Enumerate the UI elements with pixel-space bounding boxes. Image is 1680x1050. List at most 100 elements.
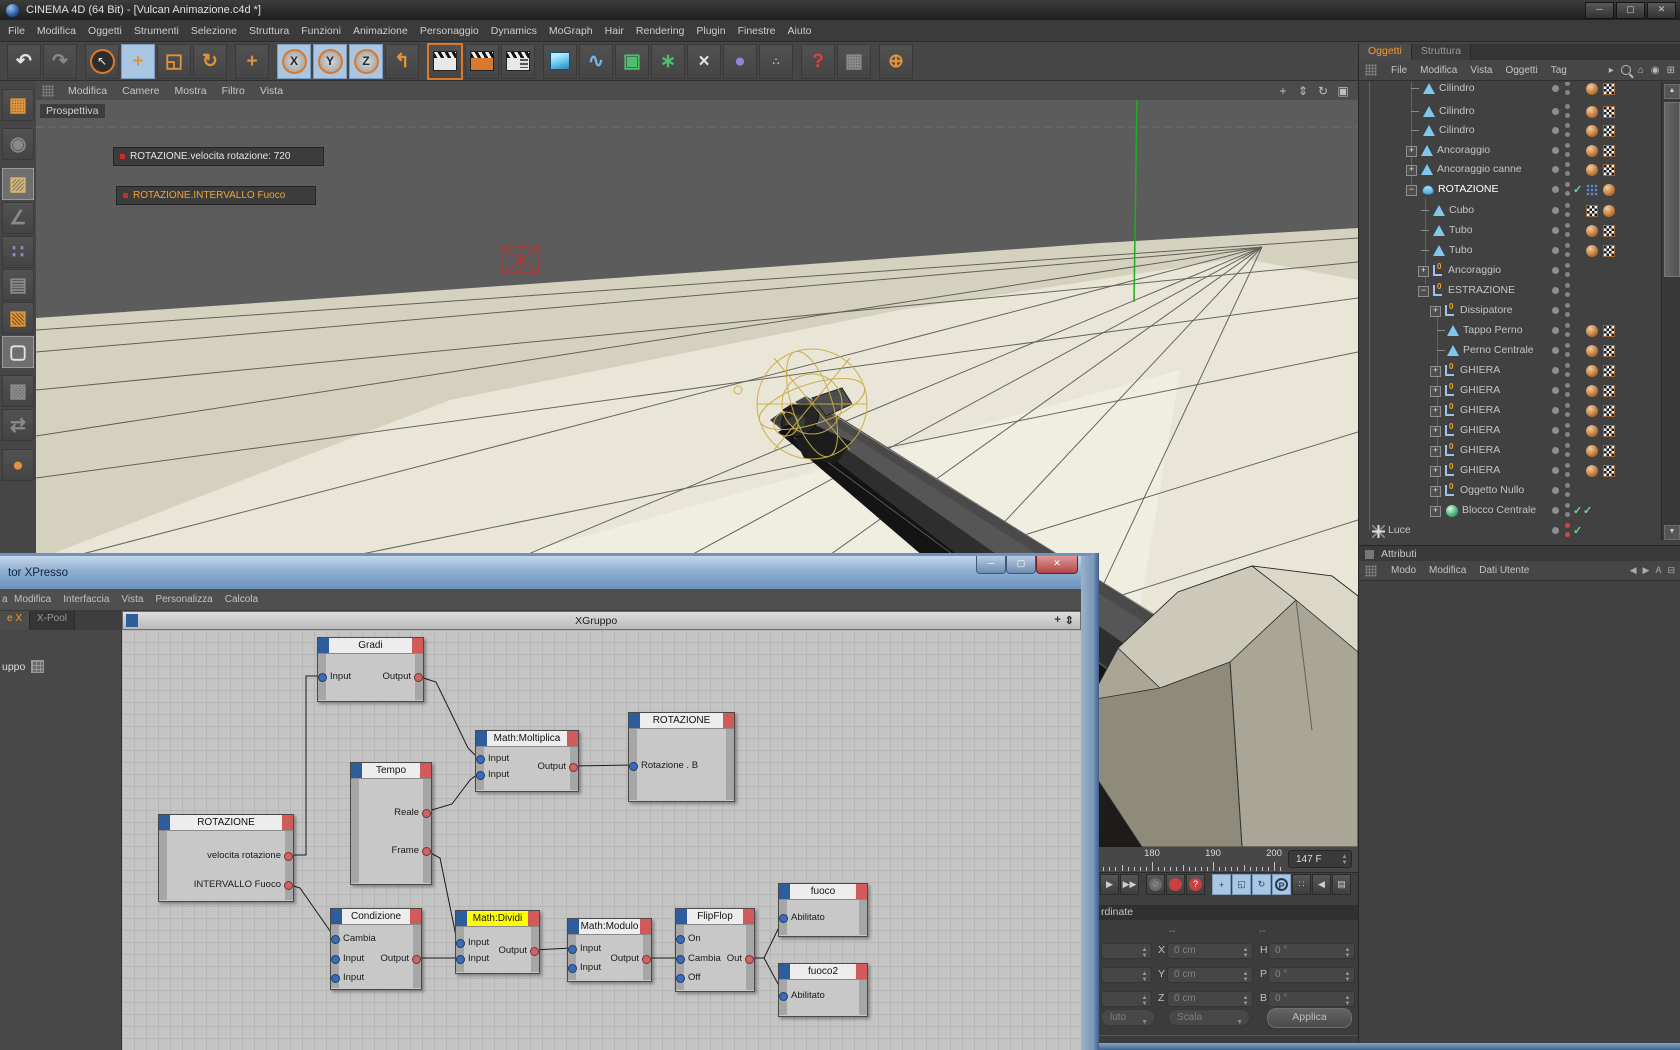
render-dot-icon[interactable] — [1565, 412, 1570, 417]
texture-tag-icon[interactable] — [1603, 425, 1615, 437]
xp-menu-personalizza[interactable]: Personalizza — [155, 594, 212, 605]
object-row-cilindro[interactable]: Cilindro — [1359, 102, 1661, 121]
input-port-icon[interactable] — [779, 992, 788, 1001]
last-used-tool-icon[interactable]: + — [235, 43, 269, 79]
layer-dot-icon[interactable] — [1552, 447, 1559, 454]
cone-icon[interactable] — [1433, 245, 1445, 256]
add-generator-icon[interactable]: ▣ — [615, 43, 649, 79]
xpresso-node-gradi[interactable]: Gradi Input Output — [317, 637, 424, 702]
node-outputs-menu-icon[interactable] — [856, 884, 867, 899]
phong-tag-icon[interactable] — [1586, 385, 1598, 397]
object-row-tubo[interactable]: Tubo — [1359, 241, 1661, 260]
rotation-p-field[interactable]: 0 ° ▲ ▼ — [1268, 967, 1355, 983]
xp-menu-calcola[interactable]: Calcola — [225, 594, 258, 605]
xpresso-node-canvas[interactable]: Gradi Input Output Tempo Reale Frame ROTAZIONE… — [122, 630, 1081, 1050]
layer-dot-icon[interactable] — [1552, 127, 1559, 134]
visibility-dot-icon[interactable] — [1565, 203, 1570, 208]
expander-icon[interactable]: + — [1430, 386, 1441, 397]
menu-struttura[interactable]: Struttura — [249, 25, 289, 37]
layer-dot-icon[interactable] — [1552, 467, 1559, 474]
xp-menu-modifica[interactable]: Modifica — [14, 594, 51, 605]
live-selection-icon[interactable]: ↖ — [85, 43, 119, 79]
input-port-icon[interactable] — [568, 964, 577, 973]
render-dot-icon[interactable] — [1565, 452, 1570, 457]
menu-strumenti[interactable]: Strumenti — [134, 25, 179, 37]
enabled-check-icon[interactable]: ✓ — [1583, 504, 1592, 517]
object-row-ghiera[interactable]: +GHIERA — [1359, 421, 1661, 440]
cone-icon[interactable] — [1423, 83, 1435, 94]
menu-selezione[interactable]: Selezione — [191, 25, 237, 37]
render-dot-icon[interactable] — [1565, 272, 1570, 277]
render-dot-icon[interactable] — [1565, 152, 1570, 157]
redo-icon[interactable]: ↷ — [43, 43, 77, 79]
object-row-cilindro[interactable]: Cilindro — [1359, 82, 1661, 98]
make-editable-icon[interactable]: ▦ — [2, 89, 34, 121]
input-port-icon[interactable] — [676, 955, 685, 964]
xpresso-node-fuoco2[interactable]: fuoco2 Abilitato — [778, 963, 868, 1017]
command-manager-icon[interactable]: ▦ — [837, 43, 871, 79]
object-row-ghiera[interactable]: +GHIERA — [1359, 441, 1661, 460]
attr-menu-modifica[interactable]: Modifica — [1429, 565, 1466, 576]
xp-menu-interfaccia[interactable]: Interfaccia — [63, 594, 109, 605]
frame-stepper[interactable]: ▲ ▼ — [1341, 854, 1348, 866]
layer-dot-icon[interactable] — [1552, 367, 1559, 374]
expander-icon[interactable]: + — [1406, 165, 1417, 176]
rotate-tool-icon[interactable]: ↻ — [193, 43, 227, 79]
render-dot-icon[interactable] — [1565, 292, 1570, 297]
cone-icon[interactable] — [1447, 345, 1459, 356]
visibility-dot-icon[interactable] — [1565, 182, 1570, 187]
phong-tag-icon[interactable] — [1586, 225, 1598, 237]
menu-animazione[interactable]: Animazione — [353, 25, 408, 37]
visibility-dot-icon[interactable] — [1565, 463, 1570, 468]
expander-icon[interactable]: + — [1430, 446, 1441, 457]
visibility-dot-icon[interactable] — [1565, 263, 1570, 268]
layer-dot-icon[interactable] — [1552, 85, 1559, 92]
visibility-dot-icon[interactable] — [1565, 323, 1570, 328]
visibility-dot-icon[interactable] — [1565, 483, 1570, 488]
node-inputs-menu-icon[interactable] — [779, 884, 790, 899]
null-icon[interactable] — [1444, 382, 1455, 396]
layer-dot-icon[interactable] — [1552, 387, 1559, 394]
hidden-field[interactable]: ▲ ▼ — [1101, 967, 1152, 983]
lock-z-axis-icon[interactable]: Z — [349, 43, 383, 79]
phong-tag-icon[interactable] — [1586, 106, 1598, 118]
xpresso-node-tempo[interactable]: Tempo Reale Frame — [350, 762, 432, 885]
points-mode-icon[interactable]: ∷ — [2, 236, 34, 268]
object-row-ancoraggio[interactable]: +Ancoraggio — [1359, 261, 1661, 280]
polygons-mode-icon[interactable]: ▧ — [2, 302, 34, 334]
node-outputs-menu-icon[interactable] — [567, 731, 578, 746]
phong-tag-icon[interactable] — [1586, 405, 1598, 417]
texture-tag-icon[interactable] — [1603, 405, 1615, 417]
phong-tag-icon[interactable] — [1586, 445, 1598, 457]
texture-mode-icon[interactable]: ▨ — [2, 168, 34, 200]
node-inputs-menu-icon[interactable] — [476, 731, 487, 746]
snap-settings-icon[interactable]: ⇄ — [2, 409, 34, 441]
visibility-dot-icon[interactable] — [1565, 383, 1570, 388]
node-inputs-menu-icon[interactable] — [676, 909, 687, 924]
output-port-icon[interactable] — [412, 955, 421, 964]
cone-icon[interactable] — [1447, 325, 1459, 336]
scroll-down-icon[interactable]: ▼ — [1664, 525, 1680, 540]
lock-x-axis-icon[interactable]: X — [277, 43, 311, 79]
vp-menu-modifica[interactable]: Modifica — [68, 85, 107, 97]
output-port-icon[interactable] — [569, 763, 578, 772]
input-port-icon[interactable] — [676, 974, 685, 983]
expander-icon[interactable]: + — [1430, 426, 1441, 437]
node-outputs-menu-icon[interactable] — [412, 638, 423, 653]
zoom-view-icon[interactable]: ⇕ — [1296, 84, 1310, 98]
key-pla-button[interactable]: ∷ — [1292, 874, 1311, 895]
viewport-filter-icon[interactable]: ● — [2, 449, 34, 481]
xp-tab-x-pool[interactable]: X-Pool — [30, 611, 76, 630]
null-icon[interactable] — [1432, 262, 1443, 276]
visibility-dot-icon[interactable] — [1565, 223, 1570, 228]
menu-dynamics[interactable]: Dynamics — [491, 25, 537, 37]
render-dot-icon[interactable] — [1565, 432, 1570, 437]
undo-icon[interactable]: ↶ — [7, 43, 41, 79]
visibility-dot-icon[interactable] — [1565, 503, 1570, 508]
xpresso-maximize-button[interactable]: ▢ — [1006, 556, 1036, 574]
add-environment-icon[interactable]: ● — [723, 43, 757, 79]
add-layer-icon[interactable]: ⊞ — [1667, 65, 1675, 76]
history-forward-icon[interactable]: ▶ — [1643, 565, 1650, 576]
output-port-icon[interactable] — [745, 955, 754, 964]
xp-tab-e-x[interactable]: e X — [0, 611, 31, 630]
